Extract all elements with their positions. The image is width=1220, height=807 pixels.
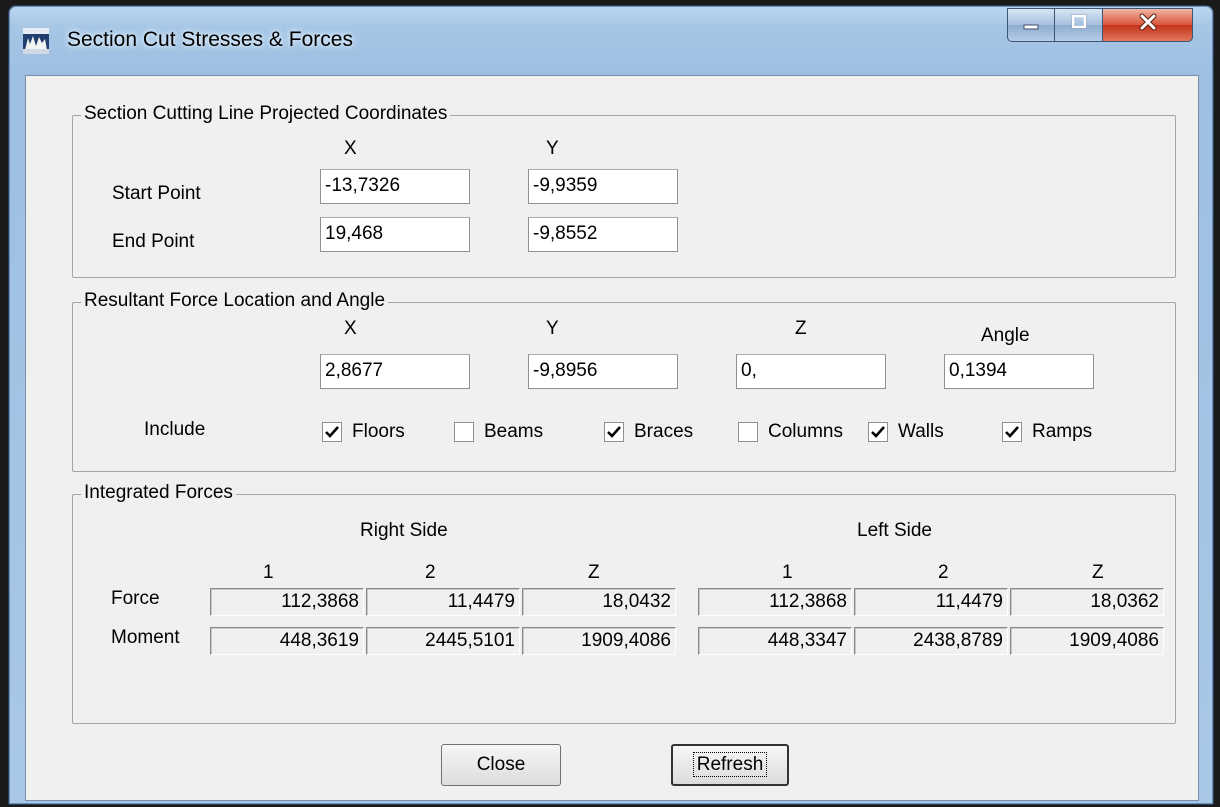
- title-bar[interactable]: Section Cut Stresses & Forces: [9, 6, 1213, 76]
- right-side-header: Right Side: [360, 520, 448, 541]
- resultant-x-header: X: [344, 318, 357, 339]
- section-x-header: X: [344, 138, 357, 159]
- beams-check-box[interactable]: [454, 422, 474, 442]
- resultant-angle-header: Angle: [981, 325, 1030, 346]
- window-title: Section Cut Stresses & Forces: [67, 28, 353, 51]
- columns-label: Columns: [768, 421, 843, 442]
- maximize-button[interactable]: [1055, 8, 1103, 42]
- col-header-right-z: Z: [588, 562, 600, 583]
- section-y-header: Y: [546, 138, 559, 159]
- moment-row-label: Moment: [111, 627, 180, 648]
- force-left-2: 11,4479: [854, 588, 1008, 616]
- col-header-left-2: 2: [938, 562, 949, 583]
- refresh-button-label: Refresh: [692, 752, 768, 777]
- maximize-icon: [1069, 13, 1089, 37]
- columns-check-box[interactable]: [738, 422, 758, 442]
- integrated-forces-group-title: Integrated Forces: [81, 482, 236, 504]
- include-label: Include: [144, 419, 206, 440]
- floors-check-box[interactable]: [322, 422, 342, 442]
- resultant-x-field[interactable]: 2,8677: [320, 354, 470, 389]
- braces-check-box[interactable]: [604, 422, 624, 442]
- col-header-left-1: 1: [782, 562, 793, 583]
- force-left-z: 18,0362: [1010, 588, 1164, 616]
- col-header-left-z: Z: [1092, 562, 1104, 583]
- minimize-icon: [1021, 14, 1041, 36]
- resultant-z-field[interactable]: 0,: [736, 354, 886, 389]
- floors-label: Floors: [352, 421, 405, 442]
- end-point-label: End Point: [112, 231, 195, 252]
- braces-label: Braces: [634, 421, 694, 442]
- section-cutting-group-title: Section Cutting Line Projected Coordinat…: [81, 103, 451, 125]
- ramps-label: Ramps: [1032, 421, 1093, 442]
- resultant-z-header: Z: [795, 318, 807, 339]
- minimize-button[interactable]: [1007, 8, 1055, 42]
- floors-checkbox[interactable]: Floors: [322, 421, 405, 443]
- left-side-header: Left Side: [857, 520, 932, 541]
- force-row-label: Force: [111, 588, 160, 609]
- walls-label: Walls: [898, 421, 944, 442]
- checkmark-icon: [325, 426, 339, 438]
- force-right-z: 18,0432: [522, 588, 676, 616]
- beams-label: Beams: [484, 421, 544, 442]
- end-x-field[interactable]: 19,468: [320, 217, 470, 252]
- moment-left-2: 2438,8789: [854, 627, 1008, 655]
- close-button[interactable]: Close: [441, 744, 561, 786]
- force-right-1: 112,3868: [210, 588, 364, 616]
- dialog-client-area: Section Cutting Line Projected Coordinat…: [25, 75, 1199, 801]
- walls-check-box[interactable]: [868, 422, 888, 442]
- checkmark-icon: [1005, 426, 1019, 438]
- checkmark-icon: [607, 426, 621, 438]
- refresh-button[interactable]: Refresh: [671, 744, 789, 786]
- ramps-check-box[interactable]: [1002, 422, 1022, 442]
- moment-right-2: 2445,5101: [366, 627, 520, 655]
- moment-left-z: 1909,4086: [1010, 627, 1164, 655]
- app-icon: [23, 28, 49, 54]
- beams-checkbox[interactable]: Beams: [454, 421, 543, 443]
- start-x-field[interactable]: -13,7326: [320, 169, 470, 204]
- braces-checkbox[interactable]: Braces: [604, 421, 693, 443]
- resultant-angle-field[interactable]: 0,1394: [944, 354, 1094, 389]
- start-point-label: Start Point: [112, 183, 201, 204]
- close-icon: [1137, 12, 1159, 38]
- moment-left-1: 448,3347: [698, 627, 852, 655]
- start-y-field[interactable]: -9,9359: [528, 169, 678, 204]
- columns-checkbox[interactable]: Columns: [738, 421, 843, 443]
- close-window-button[interactable]: [1103, 8, 1193, 42]
- col-header-right-1: 1: [263, 562, 274, 583]
- ramps-checkbox[interactable]: Ramps: [1002, 421, 1092, 443]
- resultant-y-field[interactable]: -9,8956: [528, 354, 678, 389]
- checkmark-icon: [871, 426, 885, 438]
- dialog-window: Section Cut Stresses & Forces Section Cu…: [8, 5, 1214, 805]
- walls-checkbox[interactable]: Walls: [868, 421, 944, 443]
- end-y-field[interactable]: -9,8552: [528, 217, 678, 252]
- resultant-group-title: Resultant Force Location and Angle: [81, 290, 389, 312]
- col-header-right-2: 2: [425, 562, 436, 583]
- moment-right-z: 1909,4086: [522, 627, 676, 655]
- resultant-y-header: Y: [546, 318, 559, 339]
- force-left-1: 112,3868: [698, 588, 852, 616]
- moment-right-1: 448,3619: [210, 627, 364, 655]
- force-right-2: 11,4479: [366, 588, 520, 616]
